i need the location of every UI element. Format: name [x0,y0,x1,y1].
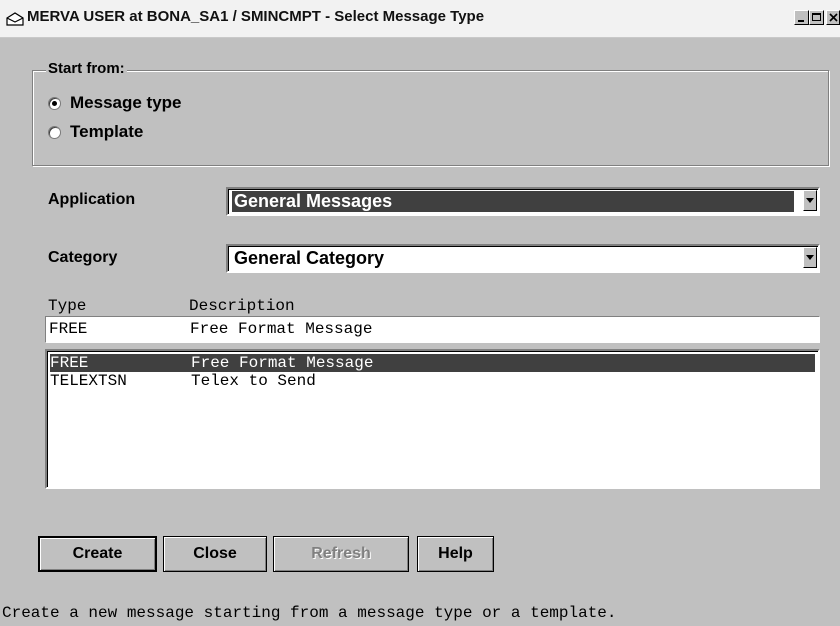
status-bar: Create a new message starting from a mes… [0,600,840,626]
application-value: General Messages [232,191,794,212]
category-dropdown[interactable]: General Category [226,244,820,273]
start-from-group [32,70,829,166]
radio-template[interactable]: Template [48,122,143,142]
list-item[interactable]: TELEXTSN Telex to Send [50,372,815,390]
radio-button-unchecked[interactable] [48,125,61,139]
list-item[interactable]: FREE Free Format Message [50,354,815,372]
type-column-header: Type [48,297,87,315]
entry-type-value: FREE [49,320,88,338]
category-value: General Category [234,248,385,268]
maximize-button[interactable] [809,10,824,25]
radio-button-checked[interactable] [48,96,61,110]
description-column-header: Description [189,297,295,315]
radio-template-label: Template [70,122,144,141]
select-message-type-window: MERVA USER at BONA_SA1 / SMINCMPT - Sele… [0,0,840,626]
status-text: Create a new message starting from a mes… [2,604,617,622]
list-item-type: TELEXTSN [50,372,127,390]
minimize-button[interactable] [794,10,809,25]
entry-description-value: Free Format Message [190,320,373,338]
message-type-list[interactable]: FREE Free Format Message TELEXTSN Telex … [45,349,820,489]
application-dropdown-arrow-icon[interactable] [803,190,817,211]
application-label: Application [48,191,136,208]
category-label: Category [48,249,118,266]
application-dropdown[interactable]: General Messages [226,187,820,216]
refresh-button: Refresh [273,536,409,572]
category-dropdown-arrow-icon[interactable] [803,247,817,268]
title-bar[interactable]: MERVA USER at BONA_SA1 / SMINCMPT - Sele… [0,0,840,38]
close-window-button[interactable] [826,10,840,25]
radio-message-type[interactable]: Message type [48,93,182,113]
close-button[interactable]: Close [163,536,267,572]
window-title: MERVA USER at BONA_SA1 / SMINCMPT - Sele… [27,8,485,25]
envelope-icon[interactable] [6,12,24,26]
help-button[interactable]: Help [417,536,494,572]
list-item-type: FREE [50,354,89,372]
list-item-description: Free Format Message [191,354,374,372]
start-from-legend: Start from: [46,60,127,77]
list-item-description: Telex to Send [191,372,316,390]
create-button[interactable]: Create [38,536,157,572]
type-entry-field[interactable]: FREE Free Format Message [45,316,820,343]
radio-message-type-label: Message type [70,93,182,112]
